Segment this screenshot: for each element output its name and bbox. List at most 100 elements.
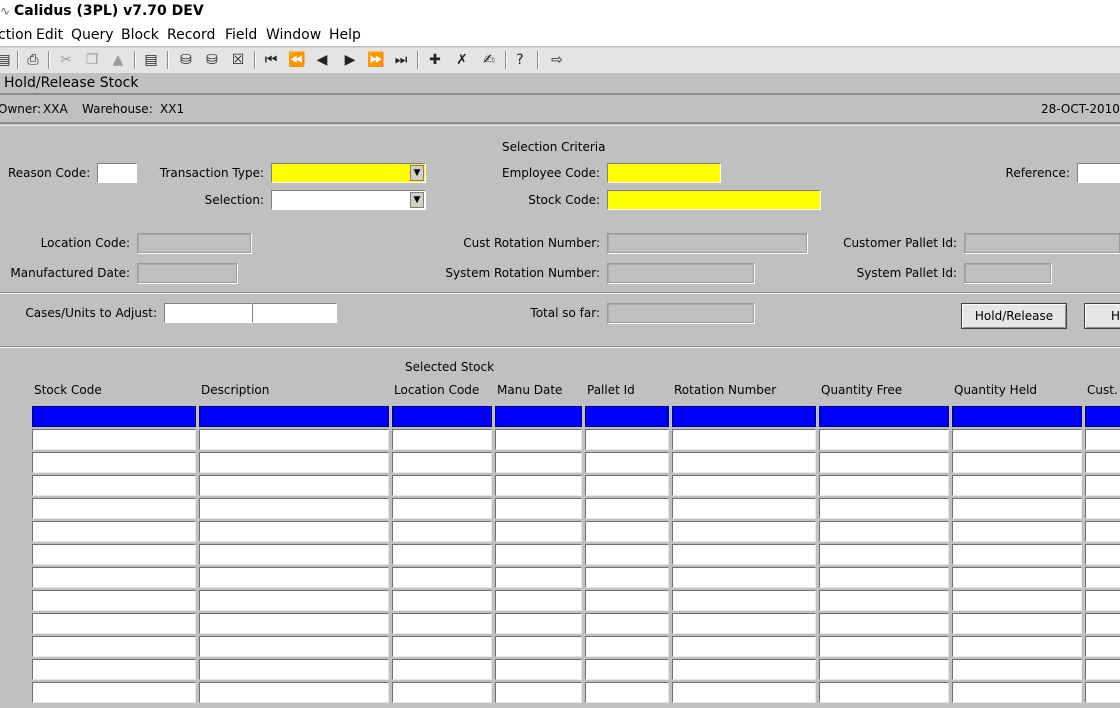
menu-edit[interactable]: Edit <box>36 27 63 43</box>
grid-cell[interactable] <box>1085 613 1120 634</box>
grid-cell[interactable] <box>199 429 389 450</box>
grid-cell[interactable] <box>952 590 1082 611</box>
grid-cell[interactable] <box>819 521 949 542</box>
grid-cell[interactable] <box>672 590 816 611</box>
grid-cell[interactable] <box>392 544 492 565</box>
grid-cell[interactable] <box>32 475 196 496</box>
grid-cell[interactable] <box>952 567 1082 588</box>
grid-cell[interactable] <box>819 475 949 496</box>
selection-select[interactable]: ▼ <box>271 190 426 210</box>
grid-cell-selected[interactable] <box>392 406 492 427</box>
previous-block-icon[interactable]: ⏪ <box>287 50 307 70</box>
grid-cell[interactable] <box>585 452 669 473</box>
grid-cell[interactable] <box>819 659 949 680</box>
grid-cell[interactable] <box>495 659 582 680</box>
previous-record-icon[interactable]: ◀ <box>312 50 332 70</box>
grid-cell[interactable] <box>199 659 389 680</box>
grid-cell[interactable] <box>199 613 389 634</box>
grid-cell[interactable] <box>199 682 389 703</box>
next-record-icon[interactable]: ▶ <box>340 50 360 70</box>
last-record-icon[interactable]: ⏭ <box>391 50 411 70</box>
hold-button[interactable]: H <box>1084 303 1120 329</box>
chevron-down-icon[interactable]: ▼ <box>410 165 424 181</box>
grid-cell[interactable] <box>672 475 816 496</box>
grid-cell[interactable] <box>819 544 949 565</box>
grid-cell[interactable] <box>392 613 492 634</box>
grid-cell[interactable] <box>199 521 389 542</box>
grid-cell[interactable] <box>1085 567 1120 588</box>
grid-cell[interactable] <box>585 498 669 519</box>
menu-field[interactable]: Field <box>225 27 257 43</box>
chevron-down-icon[interactable]: ▼ <box>410 192 424 208</box>
grid-cell[interactable] <box>32 521 196 542</box>
grid-cell[interactable] <box>1085 636 1120 657</box>
grid-cell[interactable] <box>32 659 196 680</box>
grid-cell[interactable] <box>585 475 669 496</box>
grid-cell[interactable] <box>199 567 389 588</box>
grid-cell[interactable] <box>819 590 949 611</box>
grid-cell[interactable] <box>392 590 492 611</box>
grid-cell[interactable] <box>952 429 1082 450</box>
grid-cell[interactable] <box>392 567 492 588</box>
grid-cell[interactable] <box>585 636 669 657</box>
grid-cell-selected[interactable] <box>199 406 389 427</box>
grid-cell[interactable] <box>952 521 1082 542</box>
grid-cell[interactable] <box>495 590 582 611</box>
grid-cell[interactable] <box>1085 429 1120 450</box>
grid-cell[interactable] <box>1085 475 1120 496</box>
menu-record[interactable]: Record <box>167 27 215 43</box>
grid-cell[interactable] <box>819 498 949 519</box>
grid-cell[interactable] <box>495 682 582 703</box>
hold-release-button[interactable]: Hold/Release <box>961 303 1067 329</box>
grid-cell[interactable] <box>199 544 389 565</box>
grid-cell-selected[interactable] <box>672 406 816 427</box>
grid-cell-selected[interactable] <box>32 406 196 427</box>
grid-cell[interactable] <box>952 544 1082 565</box>
reference-field[interactable] <box>1077 163 1120 183</box>
grid-cell[interactable] <box>199 590 389 611</box>
grid-cell[interactable] <box>952 613 1082 634</box>
grid-cell-selected[interactable] <box>819 406 949 427</box>
grid-cell[interactable] <box>495 429 582 450</box>
grid-cell[interactable] <box>495 544 582 565</box>
grid-cell[interactable] <box>392 452 492 473</box>
grid-cell[interactable] <box>199 452 389 473</box>
transaction-type-select[interactable]: ▼ <box>271 163 426 183</box>
grid-cell-selected[interactable] <box>495 406 582 427</box>
grid-cell[interactable] <box>199 636 389 657</box>
cut-icon[interactable]: ✂ <box>56 50 76 70</box>
menu-help[interactable]: Help <box>329 27 361 43</box>
grid-cell[interactable] <box>392 682 492 703</box>
grid-cell[interactable] <box>672 636 816 657</box>
grid-cell[interactable] <box>672 544 816 565</box>
grid-cell[interactable] <box>819 567 949 588</box>
grid-cell[interactable] <box>672 452 816 473</box>
copy-icon[interactable]: ❐ <box>82 50 102 70</box>
employee-code-field[interactable] <box>607 163 721 183</box>
cases-field[interactable] <box>164 303 252 323</box>
query-execute-icon[interactable]: ⛁ <box>202 50 222 70</box>
grid-cell[interactable] <box>585 429 669 450</box>
grid-cell[interactable] <box>952 475 1082 496</box>
grid-cell[interactable] <box>495 498 582 519</box>
grid-cell[interactable] <box>392 429 492 450</box>
grid-cell[interactable] <box>819 613 949 634</box>
grid-cell-selected[interactable] <box>952 406 1082 427</box>
grid-cell[interactable] <box>672 567 816 588</box>
grid-cell[interactable] <box>952 659 1082 680</box>
grid-cell[interactable] <box>585 590 669 611</box>
grid-cell[interactable] <box>32 498 196 519</box>
grid-cell[interactable] <box>199 475 389 496</box>
first-record-icon[interactable]: ⏮ <box>261 50 281 70</box>
grid-cell[interactable] <box>1085 521 1120 542</box>
grid-cell[interactable] <box>585 682 669 703</box>
grid-cell[interactable] <box>32 636 196 657</box>
grid-cell[interactable] <box>392 521 492 542</box>
grid-cell[interactable] <box>585 521 669 542</box>
grid-cell[interactable] <box>392 636 492 657</box>
menu-action[interactable]: ction <box>0 27 33 43</box>
grid-cell[interactable] <box>392 475 492 496</box>
grid-cell[interactable] <box>672 521 816 542</box>
grid-cell[interactable] <box>32 429 196 450</box>
grid-cell[interactable] <box>952 452 1082 473</box>
